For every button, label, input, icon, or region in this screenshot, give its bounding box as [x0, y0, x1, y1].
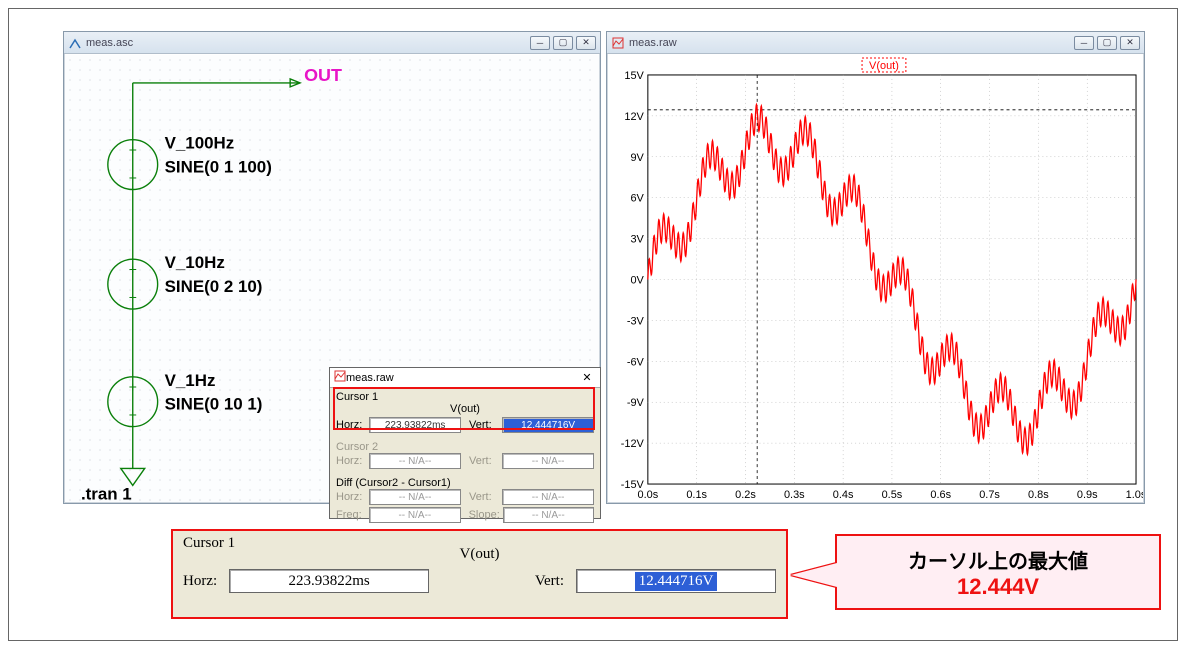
cursor2-vert-field[interactable]: -- N/A-- — [502, 453, 594, 469]
svg-text:-9V: -9V — [627, 397, 645, 409]
cursor1-vert-label: Vert: — [469, 419, 498, 431]
svg-text:0.1s: 0.1s — [686, 489, 707, 501]
svg-text:1.0s: 1.0s — [1126, 489, 1143, 501]
diff-slope-label: Slope: — [469, 509, 499, 521]
diff-slope-field[interactable]: -- N/A-- — [503, 507, 594, 523]
svg-text:−: − — [129, 289, 137, 305]
diff-freq-label: Freq: — [336, 509, 365, 521]
cursor-diff-group: Diff (Cursor2 - Cursor1) Horz: -- N/A-- … — [334, 476, 596, 528]
ltspice-schematic-icon — [68, 36, 82, 50]
trace-label: V(out) — [869, 60, 899, 72]
svg-text:0.2s: 0.2s — [735, 489, 756, 501]
src1-value: SINE(0 1 100) — [165, 158, 272, 177]
callout-pointer — [791, 563, 837, 587]
src3-value: SINE(0 10 1) — [165, 395, 263, 414]
svg-text:-3V: -3V — [627, 315, 645, 327]
diff-horz-label: Horz: — [336, 491, 365, 503]
callout-line1: カーソル上の最大値 — [908, 545, 1088, 574]
close-button[interactable]: ✕ — [576, 36, 596, 50]
net-label-out: OUT — [304, 65, 342, 85]
cursor2-vert-label: Vert: — [469, 455, 498, 467]
svg-text:0.5s: 0.5s — [882, 489, 903, 501]
enlarged-cursor1-panel: Cursor 1 V(out) Horz: 223.93822ms Vert: … — [171, 529, 788, 619]
svg-text:+: + — [129, 379, 137, 395]
minimize-button[interactable]: ─ — [1074, 36, 1094, 50]
svg-text:0V: 0V — [630, 274, 644, 286]
svg-text:3V: 3V — [630, 234, 644, 246]
svg-text:+: + — [129, 142, 137, 158]
minimize-button[interactable]: ─ — [530, 36, 550, 50]
cursor-dialog-close-button[interactable]: ✕ — [578, 371, 596, 385]
cursor-dialog-title: meas.raw — [346, 372, 394, 384]
svg-text:-12V: -12V — [621, 438, 645, 450]
svg-text:9V: 9V — [630, 152, 644, 164]
tran-directive: .tran 1 — [81, 484, 132, 501]
cursor1-group: Cursor 1 V(out) Horz: 223.93822ms Vert: … — [334, 390, 596, 438]
svg-text:-6V: -6V — [627, 356, 645, 368]
maximize-button[interactable]: ▢ — [553, 36, 573, 50]
schematic-title: meas.asc — [86, 37, 133, 49]
cursor1-horz-label: Horz: — [336, 419, 365, 431]
waveform-canvas[interactable]: V(out) 15V12V9V6V3V0V-3V-6V-9V-12V-15V 0… — [608, 55, 1143, 502]
diff-freq-field[interactable]: -- N/A-- — [369, 507, 460, 523]
svg-text:+: + — [129, 261, 137, 277]
svg-text:0.7s: 0.7s — [979, 489, 1000, 501]
enlarged-vert-field: 12.444716V — [576, 569, 776, 593]
svg-text:0.8s: 0.8s — [1028, 489, 1049, 501]
svg-text:15V: 15V — [624, 70, 644, 82]
cursor1-label: Cursor 1 — [336, 391, 594, 403]
close-button[interactable]: ✕ — [1120, 36, 1140, 50]
schematic-titlebar[interactable]: meas.asc ─ ▢ ✕ — [64, 32, 600, 54]
svg-text:12V: 12V — [624, 111, 644, 123]
svg-text:−: − — [129, 170, 137, 186]
enlarged-horz-label: Horz: — [183, 573, 217, 590]
callout-line2: 12.444V — [957, 574, 1039, 600]
src3-name: V_1Hz — [165, 371, 216, 390]
svg-text:0.0s: 0.0s — [638, 489, 659, 501]
enlarged-signal: V(out) — [183, 546, 776, 563]
enlarged-horz-field: 223.93822ms — [229, 569, 429, 593]
ltspice-plot-icon — [611, 36, 625, 50]
diff-label: Diff (Cursor2 - Cursor1) — [336, 477, 594, 489]
cursor1-vert-field[interactable]: 12.444716V — [502, 417, 594, 433]
svg-text:−: − — [129, 407, 137, 423]
svg-text:6V: 6V — [630, 193, 644, 205]
diff-horz-field[interactable]: -- N/A-- — [369, 489, 461, 505]
svg-text:0.4s: 0.4s — [833, 489, 854, 501]
waveform-titlebar[interactable]: meas.raw ─ ▢ ✕ — [607, 32, 1144, 54]
svg-text:0.6s: 0.6s — [930, 489, 951, 501]
diff-vert-label: Vert: — [469, 491, 498, 503]
waveform-title: meas.raw — [629, 37, 677, 49]
callout-box: カーソル上の最大値 12.444V — [835, 534, 1161, 610]
cursor2-horz-label: Horz: — [336, 455, 365, 467]
cursor1-horz-field[interactable]: 223.93822ms — [369, 417, 461, 433]
svg-text:0.3s: 0.3s — [784, 489, 805, 501]
cursor1-signal: V(out) — [336, 403, 594, 415]
waveform-window: meas.raw ─ ▢ ✕ V(out) 15V 12V 9V 6V 3V 0V -3V -… — [606, 31, 1145, 504]
cursor2-horz-field[interactable]: -- N/A-- — [369, 453, 461, 469]
src2-name: V_10Hz — [165, 253, 225, 272]
cursor2-group: Cursor 2 Horz: -- N/A-- Vert: -- N/A-- — [334, 440, 596, 474]
cursor-measure-dialog[interactable]: meas.raw ✕ Cursor 1 V(out) Horz: 223.938… — [329, 367, 601, 519]
cursor-dialog-titlebar[interactable]: meas.raw ✕ — [330, 368, 600, 388]
src2-value: SINE(0 2 10) — [165, 277, 263, 296]
enlarged-vert-label: Vert: — [535, 573, 564, 590]
ltspice-plot-icon — [334, 370, 346, 385]
svg-text:0.9s: 0.9s — [1077, 489, 1098, 501]
cursor2-label: Cursor 2 — [336, 441, 594, 453]
maximize-button[interactable]: ▢ — [1097, 36, 1117, 50]
diff-vert-field[interactable]: -- N/A-- — [502, 489, 594, 505]
src1-name: V_100Hz — [165, 134, 235, 153]
